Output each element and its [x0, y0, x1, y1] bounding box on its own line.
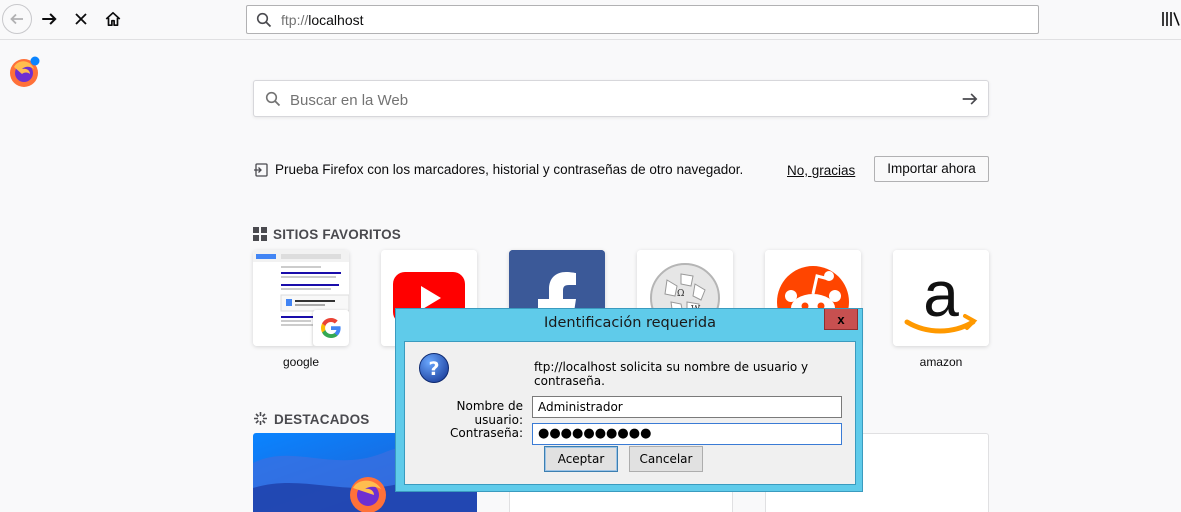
question-icon: ?	[419, 353, 449, 383]
username-label: Nombre de usuario:	[456, 399, 524, 427]
close-icon	[75, 13, 87, 25]
url-scheme: ftp://	[281, 12, 309, 28]
library-button[interactable]	[1162, 11, 1181, 32]
import-now-button[interactable]: Importar ahora	[874, 156, 989, 182]
import-message: Prueba Firefox con los marcadores, histo…	[275, 162, 744, 177]
home-icon	[105, 11, 121, 27]
search-icon	[256, 12, 272, 28]
firefox-logo-icon[interactable]	[8, 55, 42, 89]
topsites-title: SITIOS FAVORITOS	[273, 227, 401, 242]
forward-arrow-icon	[42, 13, 57, 25]
topsites-heading[interactable]: SITIOS FAVORITOS	[253, 227, 401, 242]
accept-button[interactable]: Aceptar	[544, 446, 618, 472]
svg-text:a: a	[923, 258, 959, 330]
topsite-amazon[interactable]: a	[893, 250, 989, 346]
browser-toolbar: ftp://localhost	[0, 0, 1181, 40]
amazon-icon: a	[893, 250, 989, 346]
url-host: localhost	[308, 12, 364, 28]
stop-button[interactable]	[66, 4, 96, 34]
grid-icon	[253, 227, 267, 241]
password-field[interactable]: ●●●●●●●●●●	[532, 423, 842, 445]
import-icon	[254, 163, 268, 177]
topsite-google[interactable]	[253, 250, 349, 346]
topsite-label-google[interactable]: google	[253, 355, 349, 369]
import-banner: Prueba Firefox con los marcadores, histo…	[253, 155, 989, 185]
back-arrow-icon	[10, 13, 23, 25]
sparkle-icon	[254, 412, 267, 425]
dialog-title: Identificación requerida	[544, 315, 716, 331]
cancel-button[interactable]: Cancelar	[629, 446, 703, 472]
highlights-heading[interactable]: DESTACADOS	[253, 411, 370, 427]
library-icon	[1162, 12, 1180, 26]
no-thanks-link[interactable]: No, gracias	[787, 163, 855, 178]
forward-button[interactable]	[34, 4, 64, 34]
auth-dialog: Identificación requerida x ? ftp://local…	[395, 308, 863, 492]
arrow-right-icon[interactable]	[961, 90, 979, 108]
home-button[interactable]	[98, 4, 128, 34]
highlights-title: DESTACADOS	[274, 412, 370, 427]
search-placeholder: Buscar en la Web	[290, 92, 409, 109]
dialog-close-button[interactable]: x	[824, 309, 858, 330]
search-icon	[265, 91, 281, 107]
back-button[interactable]	[2, 4, 32, 34]
url-text: ftp://localhost	[281, 12, 364, 28]
svg-text:?: ?	[428, 358, 439, 380]
web-search-box[interactable]: Buscar en la Web	[253, 80, 989, 117]
google-favicon	[313, 310, 349, 346]
topsite-label-amazon[interactable]: amazon	[893, 355, 989, 369]
svg-text:Ω: Ω	[677, 289, 684, 299]
google-g-icon	[321, 318, 341, 338]
url-bar[interactable]: ftp://localhost	[246, 5, 1039, 34]
dialog-body: ? ftp://localhost solicita su nombre de …	[404, 341, 856, 485]
dialog-message: ftp://localhost solicita su nombre de us…	[534, 360, 809, 388]
username-field[interactable]: Administrador	[532, 396, 842, 418]
password-label: Contraseña:	[450, 426, 523, 440]
